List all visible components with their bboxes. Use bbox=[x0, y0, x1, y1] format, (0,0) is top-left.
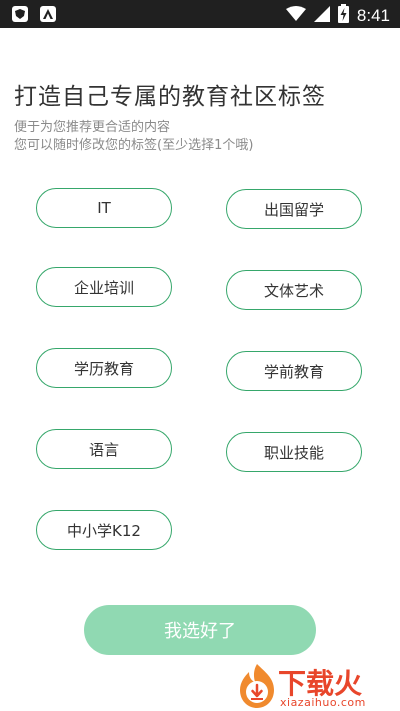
tag-it[interactable]: IT bbox=[36, 188, 172, 228]
page-subtitle-line1: 便于为您推荐更合适的内容 bbox=[14, 120, 171, 135]
tag-preschool-education[interactable]: 学前教育 bbox=[226, 351, 362, 391]
shield-app-icon bbox=[12, 6, 28, 22]
status-bar-system: 8:41 bbox=[285, 4, 390, 27]
tag-academic-education[interactable]: 学历教育 bbox=[36, 348, 172, 388]
page-title: 打造自己专属的教育社区标签 bbox=[14, 84, 326, 110]
status-time: 8:41 bbox=[356, 5, 390, 25]
tag-k12[interactable]: 中小学K12 bbox=[36, 510, 172, 550]
tag-language[interactable]: 语言 bbox=[36, 429, 172, 469]
status-bar-notifications bbox=[12, 6, 56, 22]
battery-charging-icon bbox=[337, 4, 349, 27]
watermark: 下载火 xiazaihuo.com bbox=[230, 660, 400, 711]
status-bar: 8:41 bbox=[0, 0, 400, 28]
page-subtitle-line2: 您可以随时修改您的标签(至少选择1个哦) bbox=[14, 138, 254, 153]
tag-corporate-training[interactable]: 企业培训 bbox=[36, 267, 172, 307]
tag-vocational-skills[interactable]: 职业技能 bbox=[226, 432, 362, 472]
a-app-icon bbox=[40, 6, 56, 22]
wifi-icon bbox=[285, 5, 306, 26]
tag-sports-arts[interactable]: 文体艺术 bbox=[226, 270, 362, 310]
signal-icon bbox=[313, 5, 330, 26]
watermark-url: xiazaihuo.com bbox=[280, 696, 366, 709]
tag-study-abroad[interactable]: 出国留学 bbox=[226, 189, 362, 229]
confirm-button[interactable]: 我选好了 bbox=[84, 605, 316, 655]
